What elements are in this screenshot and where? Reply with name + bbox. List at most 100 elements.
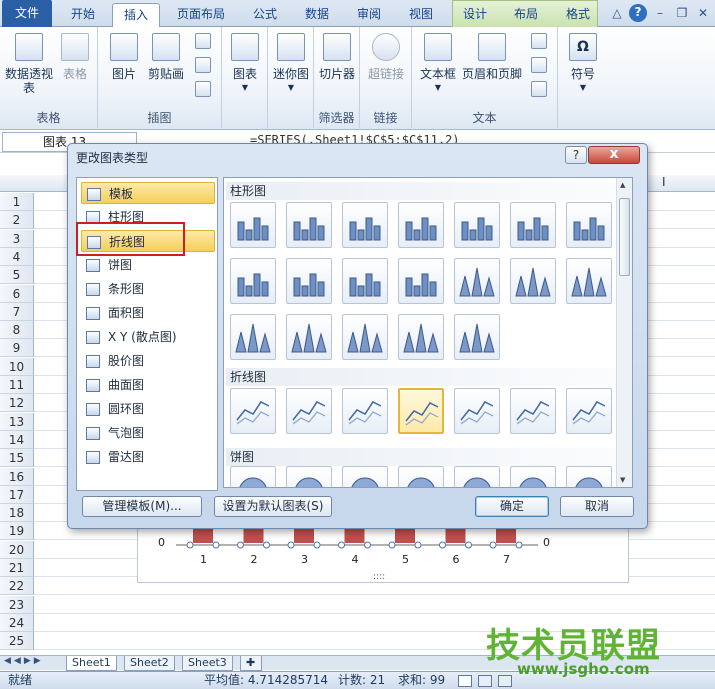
row-header[interactable]: 21: [0, 559, 34, 577]
symbol-button[interactable]: Ω 符号 ▼: [562, 33, 604, 95]
row-header[interactable]: 10: [0, 357, 34, 376]
chart-category-item[interactable]: 模板: [81, 182, 215, 204]
row-header[interactable]: 4: [0, 247, 34, 266]
signature-button[interactable]: [528, 57, 550, 73]
row-header[interactable]: 24: [0, 613, 34, 632]
hyperlink-button[interactable]: 超链接: [364, 33, 408, 81]
line-subtype-thumb[interactable]: [566, 388, 612, 434]
column-subtype-thumb[interactable]: [398, 202, 444, 248]
chart-category-item[interactable]: X Y (散点图): [81, 326, 215, 348]
sheet-nav-arrows-icon[interactable]: ◀◀▶▶: [4, 656, 44, 666]
cone-subtype-thumb[interactable]: [454, 314, 500, 360]
column-header-i[interactable]: I: [662, 175, 666, 189]
collapse-ribbon-icon[interactable]: △: [609, 5, 625, 21]
line-subtype-thumb[interactable]: [342, 388, 388, 434]
row-header[interactable]: 3: [0, 229, 34, 248]
row-header[interactable]: 8: [0, 321, 34, 340]
page-break-view-icon[interactable]: [498, 675, 512, 687]
column-subtype-thumb[interactable]: [342, 202, 388, 248]
tab-formulas[interactable]: 公式: [242, 3, 288, 27]
manage-templates-button[interactable]: 管理模板(M)...: [82, 496, 202, 517]
tab-data[interactable]: 数据: [294, 3, 340, 27]
pie-subtype-thumb[interactable]: [398, 466, 444, 487]
cone-subtype-thumb[interactable]: [286, 314, 332, 360]
column-subtype-thumb[interactable]: [230, 258, 276, 304]
chart-category-item[interactable]: 饼图: [81, 254, 215, 276]
smartart-small-button[interactable]: [192, 57, 214, 73]
row-header[interactable]: 17: [0, 485, 34, 504]
tab-view[interactable]: 视图: [398, 3, 444, 27]
pie-subtype-thumb[interactable]: [286, 466, 332, 487]
sheet-tab-3[interactable]: Sheet3: [182, 656, 233, 671]
slicer-button[interactable]: 切片器: [316, 33, 358, 81]
line-subtype-thumb[interactable]: [454, 388, 500, 434]
set-default-chart-button[interactable]: 设置为默认图表(S): [214, 496, 332, 517]
cone-subtype-thumb[interactable]: [342, 314, 388, 360]
pie-subtype-thumb[interactable]: [230, 466, 276, 487]
cone-subtype-thumb[interactable]: [454, 258, 500, 304]
tab-review[interactable]: 审阅: [346, 3, 392, 27]
row-header[interactable]: 5: [0, 266, 34, 285]
screenshot-small-button[interactable]: [192, 81, 214, 97]
tab-home[interactable]: 开始: [60, 3, 106, 27]
scroll-up-icon[interactable]: ▲: [620, 181, 625, 189]
tab-file[interactable]: 文件: [2, 0, 52, 27]
normal-view-icon[interactable]: [458, 675, 472, 687]
chart-button[interactable]: 图表 ▼: [228, 33, 262, 95]
chart-category-item[interactable]: 圆环图: [81, 398, 215, 420]
row-header[interactable]: 9: [0, 339, 34, 358]
column-subtype-thumb[interactable]: [286, 202, 332, 248]
chart-category-item[interactable]: 气泡图: [81, 422, 215, 444]
scrollbar-thumb[interactable]: [619, 198, 630, 276]
row-header[interactable]: 18: [0, 504, 34, 523]
resize-handle[interactable]: ::::: [373, 572, 385, 582]
gallery-scrollbar[interactable]: ▲ ▼: [616, 178, 632, 487]
sheet-tab-1[interactable]: Sheet1: [66, 656, 117, 671]
chart-category-item[interactable]: 雷达图: [81, 446, 215, 468]
column-subtype-thumb[interactable]: [566, 202, 612, 248]
column-subtype-thumb[interactable]: [510, 202, 556, 248]
table-button[interactable]: 表格: [56, 33, 94, 81]
cone-subtype-thumb[interactable]: [510, 258, 556, 304]
column-subtype-thumb[interactable]: [342, 258, 388, 304]
row-header[interactable]: 2: [0, 211, 34, 230]
row-header[interactable]: 1: [0, 193, 34, 211]
cone-subtype-thumb[interactable]: [230, 314, 276, 360]
tab-format[interactable]: 格式: [555, 3, 601, 27]
chart-category-item[interactable]: 面积图: [81, 302, 215, 324]
object-button[interactable]: [528, 81, 550, 97]
help-icon[interactable]: ?: [629, 4, 647, 22]
column-subtype-thumb[interactable]: [398, 258, 444, 304]
row-header[interactable]: 11: [0, 376, 34, 394]
wordart-button[interactable]: [528, 33, 550, 49]
clipart-button[interactable]: 剪贴画: [146, 33, 186, 81]
row-header[interactable]: 13: [0, 412, 34, 431]
pie-subtype-thumb[interactable]: [454, 466, 500, 487]
pie-subtype-thumb[interactable]: [566, 466, 612, 487]
restore-icon[interactable]: ❐: [674, 5, 690, 21]
insert-sheet-icon[interactable]: ✚: [240, 656, 262, 671]
row-header[interactable]: 22: [0, 577, 34, 596]
column-subtype-thumb[interactable]: [230, 202, 276, 248]
page-layout-view-icon[interactable]: [478, 675, 492, 687]
close-icon[interactable]: ✕: [695, 5, 711, 21]
row-header[interactable]: 20: [0, 540, 34, 559]
pivot-table-button[interactable]: 数据透视表: [4, 33, 54, 95]
pie-subtype-thumb[interactable]: [510, 466, 556, 487]
row-header[interactable]: 19: [0, 522, 34, 541]
tab-page-layout[interactable]: 页面布局: [168, 3, 234, 27]
line-subtype-thumb[interactable]: [286, 388, 332, 434]
cancel-button[interactable]: 取消: [560, 496, 634, 517]
chart-category-item[interactable]: 股价图: [81, 350, 215, 372]
header-footer-button[interactable]: 页眉和页脚: [460, 33, 524, 81]
column-subtype-thumb[interactable]: [286, 258, 332, 304]
chart-category-item[interactable]: 曲面图: [81, 374, 215, 396]
sparkline-button[interactable]: 迷你图 ▼: [270, 33, 312, 95]
row-header[interactable]: 7: [0, 302, 34, 321]
cone-subtype-thumb[interactable]: [398, 314, 444, 360]
row-header[interactable]: 15: [0, 449, 34, 468]
pie-subtype-thumb[interactable]: [342, 466, 388, 487]
tab-insert[interactable]: 插入: [112, 3, 160, 28]
row-header[interactable]: 16: [0, 467, 34, 486]
picture-button[interactable]: 图片: [104, 33, 144, 81]
